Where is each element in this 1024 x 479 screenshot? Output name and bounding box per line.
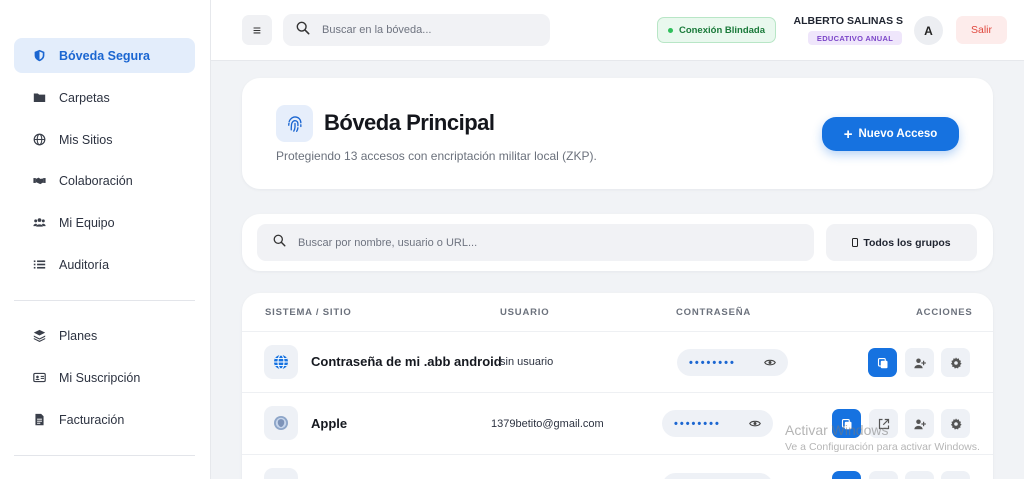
top-bar: ≡ Conexión Blindada ALBERTO SALINAS S ED… (211, 0, 1024, 61)
open-link-button[interactable] (869, 471, 898, 479)
sidebar-divider (14, 300, 195, 301)
copy-password-button[interactable] (832, 471, 861, 479)
windows-activation-watermark: Activar Windows (785, 422, 889, 438)
filter-search-box[interactable] (257, 224, 814, 261)
new-access-button[interactable]: + Nuevo Acceso (822, 117, 959, 151)
sidebar-item-mis-sitios[interactable]: Mis Sitios (14, 122, 195, 157)
sidebar-item-label: Mis Sitios (59, 132, 113, 147)
eye-icon[interactable] (749, 418, 761, 429)
sidebar-item-label: Mi Suscripción (59, 370, 141, 385)
sidebar-item-boveda-segura[interactable]: Bóveda Segura (14, 38, 195, 73)
page-subtitle: Protegiendo 13 accesos con encriptación … (276, 149, 597, 163)
apple-avatar-icon (264, 406, 298, 440)
top-search-box[interactable] (283, 14, 550, 46)
globe-icon (264, 345, 298, 379)
handshake-icon (32, 174, 46, 188)
password-field[interactable]: •••••••• (662, 410, 773, 437)
password-mask: •••••••• (689, 356, 736, 369)
shield-icon (32, 49, 46, 63)
column-header-actions: ACCIONES (916, 307, 973, 318)
gear-icon (950, 356, 962, 369)
connection-status-text: Conexión Blindada (678, 24, 766, 36)
sidebar-item-label: Facturación (59, 412, 125, 427)
plan-badge: EDUCATIVO ANUAL (808, 31, 902, 45)
group-filter-button[interactable]: Todos los grupos (826, 224, 977, 261)
group-filter-label: Todos los grupos (863, 236, 951, 249)
site-username: 1379betito@gmail.com (491, 418, 604, 430)
password-field[interactable] (662, 473, 773, 479)
sidebar-item-auditoria[interactable]: Auditoría (14, 247, 195, 282)
sidebar-item-label: Auditoría (59, 257, 110, 272)
avatar[interactable]: A (914, 16, 943, 45)
windows-activation-hint: Ve a Configuración para activar Windows. (785, 441, 980, 453)
sidebar-item-mi-equipo[interactable]: Mi Equipo (14, 205, 195, 240)
new-access-label: Nuevo Acceso (858, 128, 938, 140)
sidebar: Bóveda Segura Carpetas Mis Sitios Colabo… (0, 0, 211, 479)
share-user-button[interactable] (905, 409, 934, 438)
device-icon (852, 238, 859, 247)
page-title: Bóveda Principal (324, 110, 495, 135)
user-name: ALBERTO SALINAS S (793, 15, 903, 27)
eye-icon[interactable] (764, 357, 776, 368)
layers-icon (32, 329, 46, 343)
user-plus-icon (913, 419, 926, 429)
site-name: Contraseña de mi .abb android (311, 354, 502, 369)
user-plus-icon (913, 358, 926, 368)
globe-icon (32, 133, 46, 147)
vault-header-card: Bóveda Principal Protegiendo 13 accesos … (242, 78, 993, 189)
invoice-icon (32, 413, 46, 427)
column-header-password: CONTRASEÑA (676, 307, 752, 318)
folder-icon (32, 91, 46, 105)
row-divider (242, 392, 993, 393)
column-header-site: SISTEMA / SITIO (265, 307, 352, 318)
connection-status-badge: Conexión Blindada (657, 17, 776, 43)
fingerprint-icon (276, 105, 313, 142)
settings-button[interactable] (941, 409, 970, 438)
sidebar-item-label: Planes (59, 328, 98, 343)
column-header-user: USUARIO (500, 307, 550, 318)
share-user-button[interactable] (905, 348, 934, 377)
logout-button[interactable]: Salir (956, 16, 1007, 44)
search-icon (296, 21, 310, 40)
password-mask: •••••••• (674, 417, 721, 430)
search-icon (273, 234, 286, 252)
plus-icon: + (843, 125, 853, 143)
filter-card: Todos los grupos (242, 214, 993, 271)
sidebar-item-facturacion[interactable]: Facturación (14, 402, 195, 437)
password-field[interactable]: •••••••• (677, 349, 788, 376)
sidebar-item-label: Carpetas (59, 90, 110, 105)
menu-icon[interactable]: ≡ (242, 15, 272, 45)
copy-password-button[interactable] (868, 348, 897, 377)
id-card-icon (32, 371, 46, 385)
sidebar-item-planes[interactable]: Planes (14, 318, 195, 353)
sidebar-item-carpetas[interactable]: Carpetas (14, 80, 195, 115)
site-icon (264, 468, 298, 479)
users-icon (32, 216, 46, 230)
site-username: sin usuario (500, 356, 554, 368)
sidebar-item-mi-suscripcion[interactable]: Mi Suscripción (14, 360, 195, 395)
sidebar-item-label: Colaboración (59, 173, 133, 188)
sidebar-item-label: Bóveda Segura (59, 48, 151, 63)
settings-button[interactable] (941, 471, 970, 479)
sidebar-item-colaboracion[interactable]: Colaboración (14, 163, 195, 198)
gear-icon (950, 417, 962, 430)
share-user-button[interactable] (905, 471, 934, 479)
site-name: Apple (311, 416, 348, 431)
vault-search-input[interactable] (322, 24, 522, 36)
sidebar-divider (14, 455, 195, 456)
copy-icon (877, 357, 887, 368)
filter-search-input[interactable] (298, 236, 778, 249)
settings-button[interactable] (941, 348, 970, 377)
row-divider (242, 331, 993, 332)
sidebar-item-label: Mi Equipo (59, 215, 115, 230)
status-dot-icon (667, 27, 673, 33)
list-icon (32, 258, 46, 272)
row-divider (242, 454, 993, 455)
